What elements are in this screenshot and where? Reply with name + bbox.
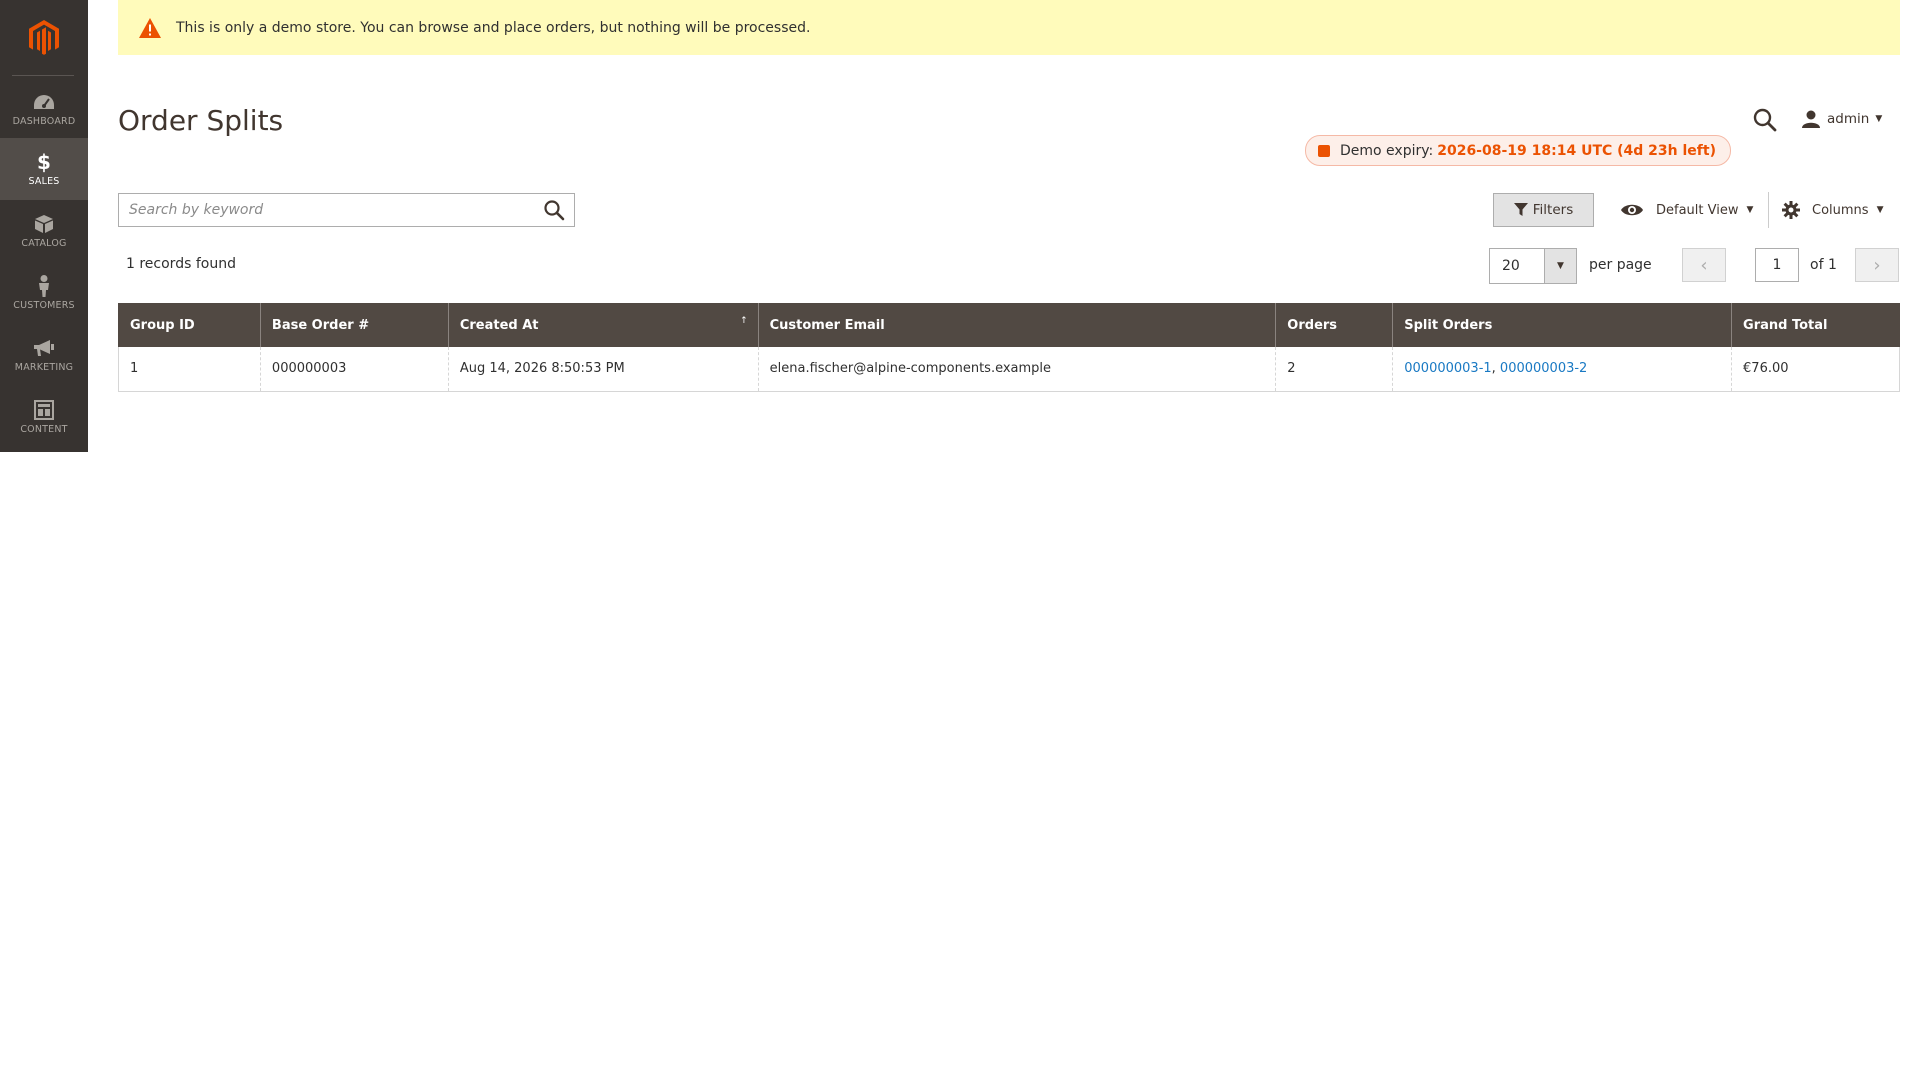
filters-button[interactable]: Filters xyxy=(1493,193,1594,227)
column-header-customer-email[interactable]: Customer Email xyxy=(757,303,1276,347)
column-header-base-order[interactable]: Base Order # xyxy=(259,303,449,347)
chevron-left-icon: ‹ xyxy=(1700,254,1708,276)
demo-expiry-value: 2026-08-19 18:14 UTC (4d 23h left) xyxy=(1437,142,1716,159)
global-search-icon[interactable] xyxy=(1752,107,1778,133)
search-icon[interactable] xyxy=(534,194,574,226)
sidebar-item-label: DASHBOARD xyxy=(12,116,76,127)
column-header-split-orders[interactable]: Split Orders xyxy=(1392,303,1732,347)
sidebar-item-customers[interactable]: CUSTOMERS xyxy=(0,262,88,324)
cell-grand-total: €76.00 xyxy=(1731,347,1900,392)
column-header-created-at[interactable]: Created At ↑ xyxy=(447,303,759,347)
keyword-search-input[interactable] xyxy=(119,194,534,226)
column-header-label: Created At xyxy=(459,317,539,333)
split-order-link[interactable]: 000000003-1 xyxy=(1404,361,1491,376)
per-page-select[interactable]: 20 ▼ xyxy=(1489,248,1577,284)
sidebar-item-label: CUSTOMERS xyxy=(13,300,75,311)
status-dot-icon xyxy=(1318,144,1330,157)
records-found-count: 1 records found xyxy=(126,256,236,272)
funnel-icon xyxy=(1513,203,1528,217)
speedometer-icon xyxy=(32,91,56,113)
sidebar-item-catalog[interactable]: CATALOG xyxy=(0,200,88,262)
sidebar-item-marketing[interactable]: MARKETING xyxy=(0,324,88,386)
sort-ascending-icon: ↑ xyxy=(740,316,748,326)
page-title: Order Splits xyxy=(118,104,284,137)
chevron-down-icon: ▼ xyxy=(1875,114,1883,124)
layout-icon xyxy=(32,399,56,421)
eye-icon xyxy=(1620,202,1644,218)
per-page-label: per page xyxy=(1589,257,1652,273)
dollar-icon: $ xyxy=(37,150,51,174)
column-header-orders[interactable]: Orders xyxy=(1275,303,1393,347)
sidebar-item-label: SALES xyxy=(28,176,60,187)
admin-username: admin xyxy=(1827,111,1870,127)
total-pages-label: of 1 xyxy=(1810,257,1837,273)
person-icon xyxy=(32,275,56,297)
table-row[interactable]: 1 000000003 Aug 14, 2026 8:50:53 PM elen… xyxy=(118,347,1900,392)
cell-created-at: Aug 14, 2026 8:50:53 PM xyxy=(447,347,759,392)
demo-expiry-label: Demo expiry: xyxy=(1340,142,1434,159)
column-header-group-id[interactable]: Group ID xyxy=(118,303,261,347)
cell-customer-email: elena.fischer@alpine-components.example xyxy=(757,347,1276,392)
demo-expiry-badge: Demo expiry: 2026-08-19 18:14 UTC (4d 23… xyxy=(1305,135,1731,166)
box-icon xyxy=(32,213,56,235)
split-order-separator: , xyxy=(1491,361,1500,377)
columns-selector[interactable]: Columns ▼ xyxy=(1782,197,1883,223)
toolbar-divider xyxy=(1768,192,1769,228)
gear-icon xyxy=(1782,201,1800,219)
notice-text: This is only a demo store. You can brows… xyxy=(176,19,811,36)
sidebar-item-dashboard[interactable]: DASHBOARD xyxy=(0,78,88,140)
warning-icon xyxy=(138,17,162,39)
logo-divider xyxy=(12,75,74,76)
chevron-down-icon: ▼ xyxy=(1876,205,1884,215)
current-page-input[interactable] xyxy=(1755,248,1799,282)
sidebar-item-label: CATALOG xyxy=(21,238,67,249)
view-selector[interactable]: Default View ▼ xyxy=(1620,197,1753,223)
megaphone-icon xyxy=(32,337,56,359)
cell-orders: 2 xyxy=(1275,347,1393,392)
chevron-down-icon: ▼ xyxy=(1746,205,1754,215)
previous-page-button[interactable]: ‹ xyxy=(1682,248,1726,282)
sidebar-item-label: MARKETING xyxy=(14,362,74,373)
keyword-search xyxy=(118,193,575,227)
cell-base-order: 000000003 xyxy=(259,347,449,392)
demo-notice-bar: This is only a demo store. You can brows… xyxy=(118,0,1900,55)
sidebar-item-sales[interactable]: $ SALES xyxy=(0,138,88,200)
columns-label: Columns xyxy=(1812,202,1869,218)
sidebar-item-label: CONTENT xyxy=(20,424,68,435)
admin-sidebar: DASHBOARD $ SALES CATALOG CUSTOMERS MARK… xyxy=(0,0,88,452)
chevron-down-icon[interactable]: ▼ xyxy=(1544,249,1576,283)
cell-split-orders: 000000003-1, 000000003-2 xyxy=(1392,347,1732,392)
chevron-right-icon: › xyxy=(1873,254,1881,276)
split-order-link[interactable]: 000000003-2 xyxy=(1500,361,1587,376)
user-icon xyxy=(1802,110,1820,128)
cell-group-id: 1 xyxy=(118,347,261,392)
admin-user-menu[interactable]: admin ▼ xyxy=(1802,107,1882,131)
magento-logo-icon[interactable] xyxy=(0,0,88,76)
table-header-row: Group ID Base Order # Created At ↑ Custo… xyxy=(118,303,1900,347)
sidebar-item-content[interactable]: CONTENT xyxy=(0,386,88,448)
per-page-value: 20 xyxy=(1502,258,1520,274)
filters-label: Filters xyxy=(1532,202,1574,218)
order-splits-grid: Group ID Base Order # Created At ↑ Custo… xyxy=(118,303,1900,392)
next-page-button[interactable]: › xyxy=(1855,248,1899,282)
column-header-grand-total[interactable]: Grand Total xyxy=(1731,303,1900,347)
view-label: Default View xyxy=(1656,202,1739,218)
